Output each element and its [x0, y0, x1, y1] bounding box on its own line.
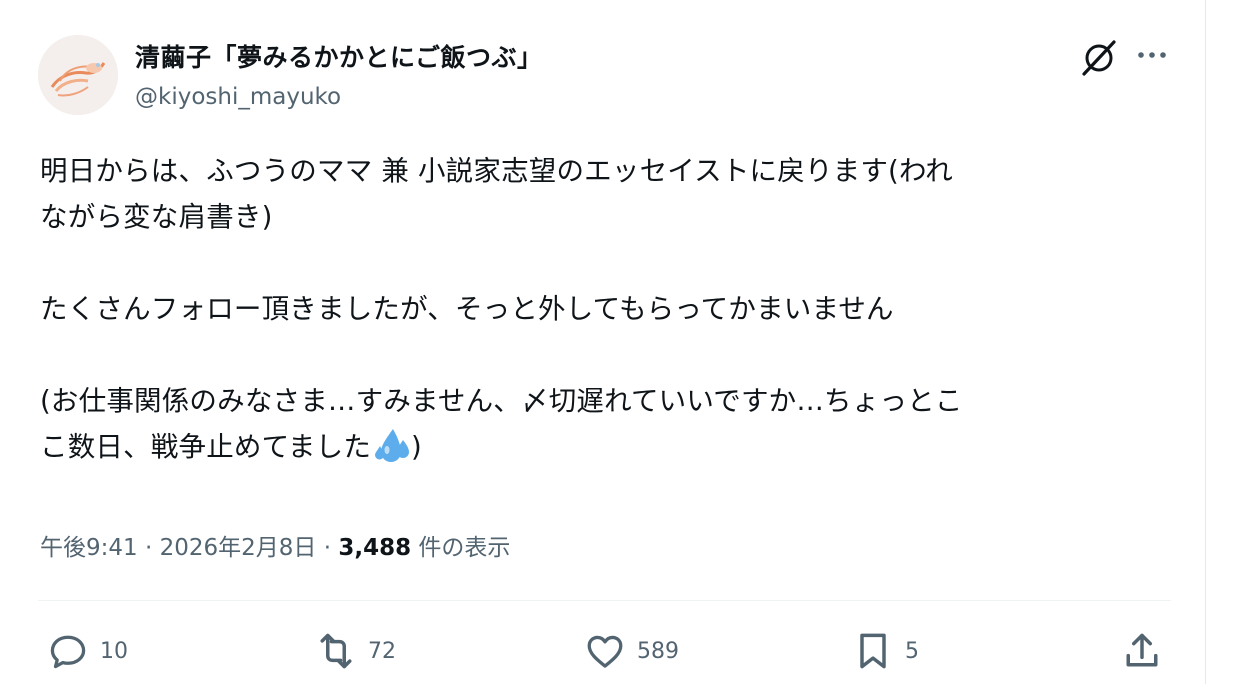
sweat-droplets-emoji: [371, 426, 411, 466]
grok-icon[interactable]: [1079, 38, 1119, 78]
more-icon[interactable]: [1131, 38, 1171, 78]
repost-icon: [320, 633, 352, 669]
avatar[interactable]: [38, 35, 118, 115]
reply-count: 10: [100, 638, 128, 664]
bookmark-icon: [860, 633, 886, 669]
bookmark-count: 5: [905, 638, 919, 664]
post-date[interactable]: 2026年2月8日: [160, 535, 317, 561]
share-icon: [1126, 633, 1158, 667]
column-border: [1205, 0, 1206, 684]
repost-button[interactable]: 72: [314, 627, 396, 675]
post-meta: 午後9:41 · 2026年2月8日 · 3,488 件の表示: [40, 528, 510, 562]
bookmark-button[interactable]: 5: [851, 627, 919, 675]
meta-separator: ·: [316, 535, 339, 561]
like-button[interactable]: 589: [583, 627, 679, 675]
repost-count: 72: [368, 638, 396, 664]
post-line: たくさんフォロー頂きましたが、そっと外してもらってかまいません: [40, 293, 894, 325]
views-label[interactable]: 件の表示: [411, 535, 510, 561]
post-line: 明日からは、ふつうのママ 兼 小説家志望のエッセイストに戻ります(われ: [40, 155, 954, 187]
post-line-end: ): [411, 431, 422, 463]
post-line: (お仕事関係のみなさま…すみません、〆切遅れていいですか…ちょっとこ: [40, 385, 963, 417]
post-line: こ数日、戦争止めてました: [40, 431, 372, 463]
post-text: 明日からは、ふつうのママ 兼 小説家志望のエッセイストに戻ります(われ ながら変…: [40, 148, 1180, 470]
heart-icon: [587, 635, 623, 668]
reply-button[interactable]: 10: [46, 627, 128, 675]
author-display-name[interactable]: 清繭子「夢みるかかとにご飯つぶ」: [135, 38, 543, 74]
views-count[interactable]: 3,488: [338, 535, 411, 561]
post-time[interactable]: 午後9:41: [40, 535, 138, 561]
share-button[interactable]: [1120, 627, 1164, 675]
post-line: ながら変な肩書き): [40, 201, 273, 233]
author-handle[interactable]: @kiyoshi_mayuko: [135, 84, 341, 110]
like-count: 589: [637, 638, 679, 664]
meta-separator: ·: [137, 535, 160, 561]
divider: [38, 600, 1171, 601]
reply-icon: [50, 635, 86, 669]
avatar-illustration: [38, 35, 118, 115]
